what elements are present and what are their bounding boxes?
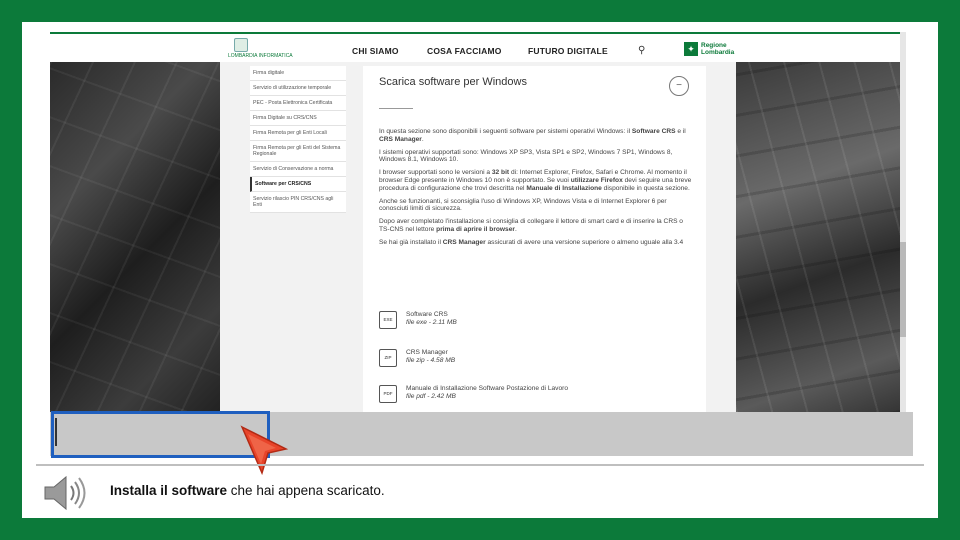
sidebar-item-conservazione[interactable]: Servizio di Conservazione a norma bbox=[250, 162, 346, 177]
mouse-pointer-icon bbox=[240, 425, 289, 476]
speaker-icon[interactable] bbox=[42, 474, 88, 512]
page-title: Scarica software per Windows bbox=[379, 76, 527, 88]
download-software-crs[interactable]: EXE Software CRS file exe - 2.11 MB bbox=[379, 311, 457, 329]
text-caret bbox=[55, 418, 57, 446]
download-name: Manuale di Installazione Software Postaz… bbox=[406, 385, 569, 392]
slide-frame: LOMBARDIA INFORMATICA CHI SIAMO COSA FAC… bbox=[0, 0, 960, 540]
download-meta: file pdf - 2.42 MB bbox=[406, 393, 456, 400]
regione-lombardia-logo[interactable]: ✦ Regione Lombardia bbox=[684, 42, 734, 56]
region-line2: Lombardia bbox=[701, 49, 735, 56]
sidebar-item-firma-remota-enti-locali[interactable]: Firma Remota per gli Enti Locali bbox=[250, 126, 346, 141]
sidebar-item-firma-crs-cns[interactable]: Firma Digitale su CRS/CNS bbox=[250, 111, 346, 126]
background-building-left bbox=[50, 62, 220, 412]
instruction-caption: Installa il software che hai appena scar… bbox=[110, 483, 385, 498]
paragraph-software: In questa sezione sono disponibili i seg… bbox=[379, 128, 686, 143]
region-flag-icon: ✦ bbox=[684, 42, 698, 56]
logo-text: LOMBARDIA INFORMATICA bbox=[228, 53, 293, 59]
slide-content: LOMBARDIA INFORMATICA CHI SIAMO COSA FAC… bbox=[22, 22, 938, 518]
site-logo[interactable]: LOMBARDIA INFORMATICA bbox=[228, 38, 293, 59]
sidebar-item-firma-digitale[interactable]: Firma digitale bbox=[250, 66, 346, 81]
zip-file-icon: ZIP bbox=[379, 349, 397, 367]
download-manuale[interactable]: PDF Manuale di Installazione Software Po… bbox=[379, 385, 568, 403]
region-line1: Regione bbox=[701, 42, 727, 49]
sidebar-item-pec[interactable]: PEC - Posta Elettronica Certificata bbox=[250, 96, 346, 111]
nav-futuro-digitale[interactable]: FUTURO DIGITALE bbox=[528, 46, 608, 56]
paragraph-warning: Anche se funzionanti, si sconsiglia l'us… bbox=[379, 197, 667, 213]
content-panel: Scarica software per Windows − In questa… bbox=[363, 66, 706, 412]
paragraph-os: I sistemi operativi supportati sono: Win… bbox=[379, 148, 673, 164]
exe-file-icon: EXE bbox=[379, 311, 397, 329]
paragraph-browser: I browser supportati sono le versioni a … bbox=[379, 169, 692, 192]
background-building-right bbox=[736, 62, 906, 412]
highlight-box[interactable] bbox=[51, 411, 270, 458]
download-crs-manager[interactable]: ZIP CRS Manager file zip - 4.58 MB bbox=[379, 349, 455, 367]
search-icon[interactable]: ⚲ bbox=[638, 45, 645, 56]
sidebar-item-rilascio-pin[interactable]: Servizio rilascio PIN CRS/CNS agli Enti bbox=[250, 192, 346, 213]
download-meta: file exe - 2.11 MB bbox=[406, 319, 457, 326]
logo-mark-icon bbox=[234, 38, 248, 52]
sidebar-menu: Firma digitale Servizio di utilizzazione… bbox=[250, 66, 346, 213]
pdf-file-icon: PDF bbox=[379, 385, 397, 403]
caption-rest: che hai appena scaricato. bbox=[227, 483, 385, 498]
caption-bold: Installa il software bbox=[110, 483, 228, 498]
nav-chi-siamo[interactable]: CHI SIAMO bbox=[352, 46, 399, 56]
caption-divider bbox=[36, 464, 924, 466]
sidebar-item-firma-remota-sistema-regionale[interactable]: Firma Remota per gli Enti del Sistema Re… bbox=[250, 141, 346, 162]
page-scrollbar[interactable] bbox=[900, 32, 906, 412]
paragraph-install: Dopo aver completato l'installazione si … bbox=[379, 218, 683, 233]
manual-link[interactable]: Manuale di Installazione bbox=[526, 185, 601, 192]
download-name: CRS Manager bbox=[406, 349, 448, 356]
collapse-button[interactable]: − bbox=[669, 76, 689, 96]
nav-cosa-facciamo[interactable]: COSA FACCIAMO bbox=[427, 46, 502, 56]
browser-screenshot: LOMBARDIA INFORMATICA CHI SIAMO COSA FAC… bbox=[50, 32, 906, 412]
title-divider bbox=[379, 108, 413, 109]
paragraph-version: Se hai già installato il CRS Manager ass… bbox=[379, 238, 684, 246]
scrollbar-thumb[interactable] bbox=[900, 242, 906, 337]
download-meta: file zip - 4.58 MB bbox=[406, 357, 456, 364]
description-text: In questa sezione sono disponibili i seg… bbox=[379, 128, 693, 252]
download-name: Software CRS bbox=[406, 311, 448, 318]
sidebar-item-utilizzazione-temporale[interactable]: Servizio di utilizzazione temporale bbox=[250, 81, 346, 96]
sidebar-item-software-crs-cns[interactable]: Software per CRS/CNS bbox=[250, 177, 346, 192]
site-header: LOMBARDIA INFORMATICA CHI SIAMO COSA FAC… bbox=[220, 34, 736, 62]
